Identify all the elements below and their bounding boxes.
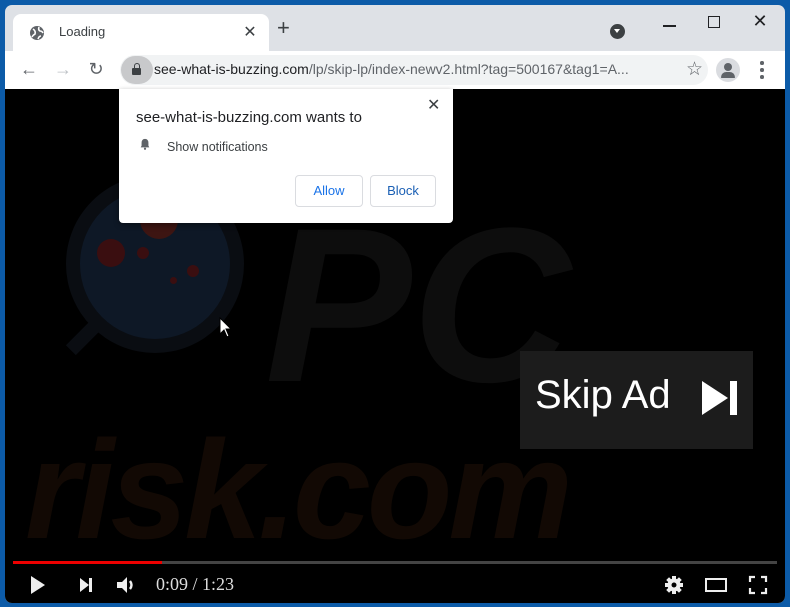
video-time: 0:09 / 1:23: [156, 574, 234, 595]
bookmark-star-icon[interactable]: ☆: [686, 58, 703, 81]
site-info-button[interactable]: [121, 56, 153, 84]
address-bar[interactable]: see-what-is-buzzing.com/lp/skip-lp/index…: [120, 55, 708, 85]
url-text[interactable]: see-what-is-buzzing.com/lp/skip-lp/index…: [154, 61, 629, 77]
forward-button[interactable]: →: [51, 58, 75, 82]
skip-ad-label: Skip Ad: [535, 373, 671, 417]
time-separator: /: [188, 574, 203, 594]
watermark-dot: [137, 247, 149, 259]
close-window-button[interactable]: ✕: [745, 11, 775, 35]
skip-next-icon: [702, 381, 737, 415]
reload-button[interactable]: ↻: [84, 58, 108, 82]
play-icon[interactable]: [29, 573, 47, 597]
current-time: 0:09: [156, 574, 189, 594]
popup-title: see-what-is-buzzing.com wants to: [136, 109, 362, 126]
volume-icon[interactable]: [115, 573, 139, 597]
close-tab-icon[interactable]: ✕: [241, 22, 259, 42]
video-progress-bar[interactable]: [13, 561, 777, 564]
settings-gear-icon[interactable]: [664, 573, 684, 597]
bell-icon: [140, 138, 150, 150]
watermark-dot: [170, 277, 177, 284]
browser-toolbar: ← → ↻ see-what-is-buzzing.com/lp/skip-lp…: [5, 51, 785, 89]
new-tab-button[interactable]: +: [277, 17, 290, 39]
block-button[interactable]: Block: [370, 175, 436, 207]
mouse-cursor-icon: [219, 317, 233, 338]
watermark-text: risk.com: [25, 411, 573, 568]
lock-icon: [132, 63, 141, 75]
duration: 1:23: [202, 574, 235, 594]
minimize-button[interactable]: [655, 11, 685, 35]
theater-mode-icon[interactable]: [704, 573, 728, 597]
url-host: see-what-is-buzzing.com: [154, 61, 309, 77]
browser-window: Loading ✕ + ✕ ← → ↻ see-what-is-buzzing.…: [5, 5, 785, 603]
popup-close-icon[interactable]: ✕: [427, 95, 440, 115]
back-button[interactable]: ←: [17, 58, 41, 82]
allow-button[interactable]: Allow: [295, 175, 363, 207]
tab-search-icon[interactable]: [610, 24, 625, 39]
fullscreen-icon[interactable]: [748, 573, 768, 597]
watermark-handle: [65, 316, 105, 356]
profile-avatar[interactable]: [716, 58, 740, 82]
next-icon[interactable]: [77, 573, 95, 597]
skip-ad-button[interactable]: Skip Ad: [520, 351, 753, 449]
url-path: /lp/skip-lp/index-newv2.html?tag=500167&…: [308, 61, 629, 77]
kebab-menu-icon[interactable]: [755, 58, 767, 82]
tab-loading[interactable]: Loading ✕: [13, 14, 269, 51]
video-progress-fill: [13, 561, 162, 564]
notification-permission-popup: see-what-is-buzzing.com wants to ✕ Show …: [119, 89, 453, 223]
tab-strip: Loading ✕ + ✕: [5, 5, 785, 51]
permission-text: Show notifications: [167, 140, 268, 154]
maximize-button[interactable]: [699, 11, 729, 35]
globe-icon: [30, 26, 44, 40]
tab-title: Loading: [59, 24, 106, 39]
watermark-dot: [187, 265, 199, 277]
watermark-dot: [97, 239, 125, 267]
